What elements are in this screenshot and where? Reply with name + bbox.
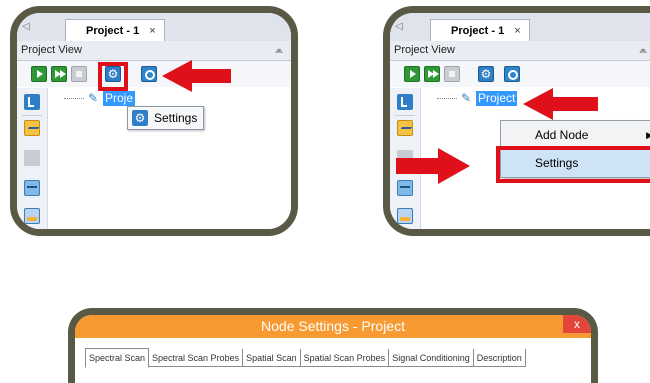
submenu-arrow-icon: ▶ [646,121,650,149]
project-tree-node[interactable]: Proje [103,91,136,106]
tooltip-label: Settings [154,111,198,125]
tab-spatial-scan-probes[interactable]: Spatial Scan Probes [301,349,390,367]
project-toolbar: ⚙ [17,61,291,87]
tab-close-icon[interactable]: × [514,25,520,37]
node-settings-body: Spectral Scan Spectral Scan Probes Spatial… [75,338,591,383]
project-icon[interactable] [24,94,40,110]
menu-item-label: Add Node [535,128,589,142]
menu-item-add-node[interactable]: Add Node ▶ [501,121,650,149]
pointer-arrow-head [438,148,470,184]
run-icon[interactable] [404,66,420,82]
settings-tooltip: ⚙ Settings [127,106,205,130]
spectral-icon[interactable] [24,120,40,136]
signal-icon[interactable] [397,180,413,196]
left-screenshot-panel: ◁ Project - 1 × Project View ⩕ ⚙ ✎ Proje … [10,6,298,236]
tab-project-1[interactable]: Project - 1 × [65,19,165,41]
search-icon[interactable] [141,66,157,82]
document-tabstrip: ◁ Project - 1 × [390,13,650,42]
pane-title: Project View [394,44,455,56]
settings-gear-button[interactable]: ⚙ [478,66,494,82]
close-icon[interactable]: x [563,315,591,333]
pointer-arrow-head [523,88,553,120]
run-all-icon[interactable] [424,66,440,82]
pointer-arrow-head [162,60,192,92]
tab-scroll-left-icon[interactable]: ◁ [395,21,403,32]
tree-line [64,98,84,99]
stop-icon[interactable] [71,66,87,82]
disabled-icon [24,150,40,166]
node-settings-title-bar: Node Settings - Project x [75,315,591,338]
spectral-icon[interactable] [397,120,413,136]
node-settings-window-panel: Node Settings - Project x Spectral Scan S… [68,308,598,383]
tab-label: Project - 1 [86,25,140,37]
settings-gear-icon: ⚙ [132,110,148,126]
side-icon-bar [17,88,48,229]
document-tabstrip: ◁ Project - 1 × [17,13,291,42]
spatial-icon[interactable] [24,208,40,224]
search-icon[interactable] [504,66,520,82]
tab-close-icon[interactable]: × [149,25,155,37]
pin-icon[interactable]: ⩕ [639,41,647,60]
divider [395,115,415,116]
tab-project-1[interactable]: Project - 1 × [430,19,530,41]
node-settings-tabs: Spectral Scan Spectral Scan Probes Spatial… [85,348,526,368]
tab-spatial-scan[interactable]: Spatial Scan [243,349,301,367]
tab-signal-conditioning[interactable]: Signal Conditioning [389,349,474,367]
tab-description[interactable]: Description [474,349,526,367]
signal-icon[interactable] [24,180,40,196]
project-node-icon: ✎ [88,91,99,105]
window-title: Node Settings - Project [261,318,405,334]
tab-label: Project - 1 [451,25,505,37]
run-all-icon[interactable] [51,66,67,82]
spatial-icon[interactable] [397,208,413,224]
divider [22,115,42,116]
tree-line [437,98,457,99]
tab-spectral-scan-probes[interactable]: Spectral Scan Probes [149,349,244,367]
right-screenshot-panel: ◁ Project - 1 × Project View ⩕ ⚙ ✎ Projec… [383,6,650,236]
highlight-settings-button [98,62,128,91]
project-icon[interactable] [397,94,413,110]
project-view-header: Project View ⩕ [390,41,650,61]
project-toolbar: ⚙ [390,61,650,87]
pointer-arrow-shaft [552,97,598,111]
tab-spectral-scan[interactable]: Spectral Scan [85,348,150,368]
highlight-settings-menu-item [496,146,650,183]
project-tree-node[interactable]: Project [476,91,518,106]
pointer-arrow-shaft [191,69,231,83]
tab-scroll-left-icon[interactable]: ◁ [22,21,30,32]
pin-icon[interactable]: ⩕ [275,41,283,60]
pane-title: Project View [21,44,82,56]
project-view-header: Project View ⩕ [17,41,291,61]
pointer-arrow-shaft [396,158,440,174]
run-icon[interactable] [31,66,47,82]
stop-icon[interactable] [444,66,460,82]
project-node-icon: ✎ [461,91,472,105]
